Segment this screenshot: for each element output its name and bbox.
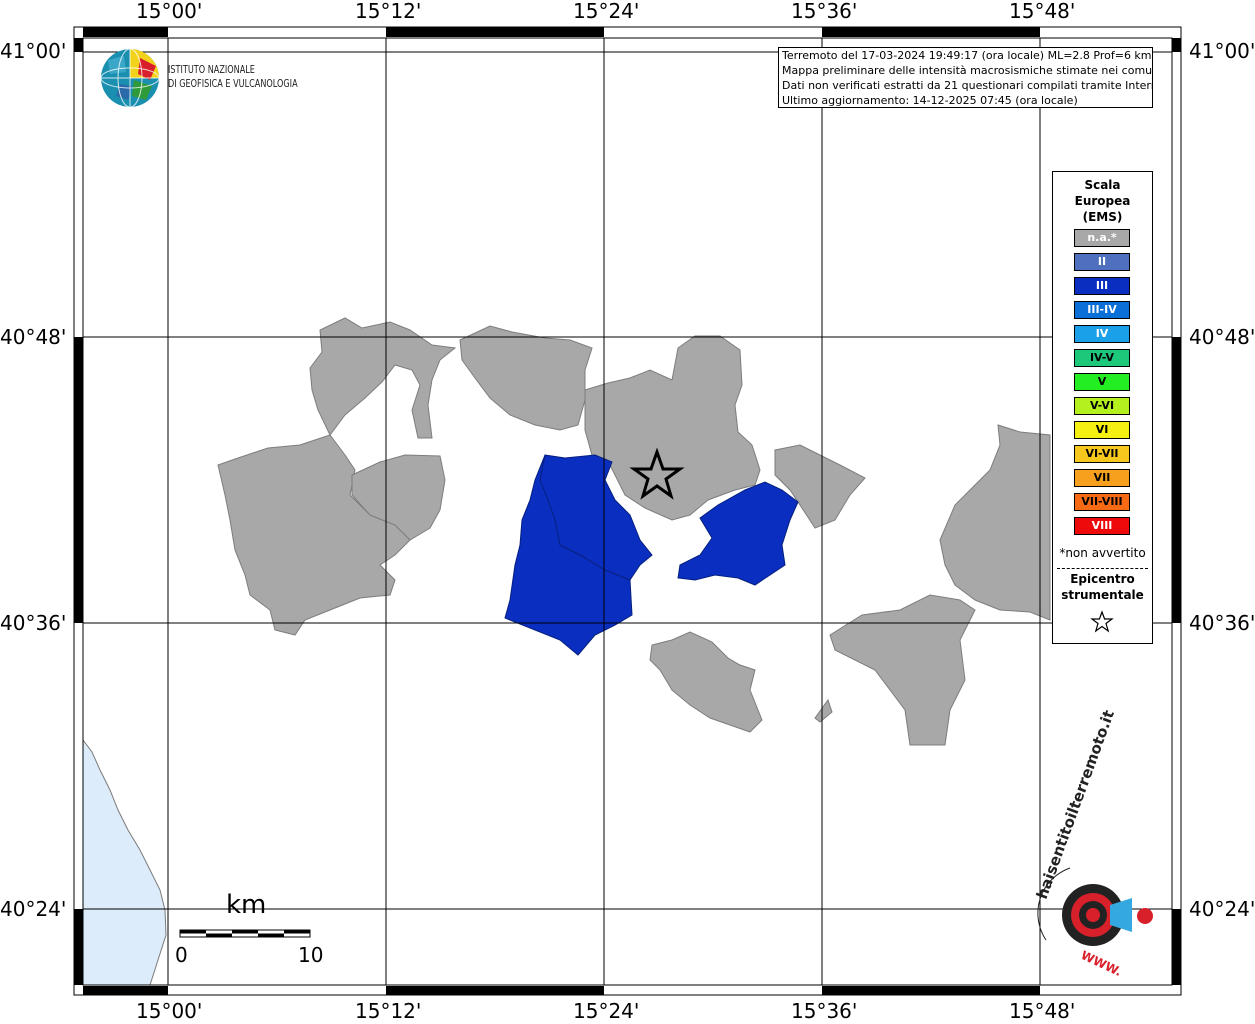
bottom-longitude-label: 15°24' <box>573 999 640 1023</box>
scale-end-label: 10 <box>298 943 324 967</box>
legend-item: VII <box>1074 469 1130 487</box>
left-latitude-label: 41°00' <box>0 39 67 63</box>
left-latitude-label: 40°48' <box>0 325 67 349</box>
bottom-longitude-label: 15°48' <box>1009 999 1076 1023</box>
top-longitude-label: 15°24' <box>573 0 640 23</box>
legend-separator <box>1057 568 1148 569</box>
ems-legend: Scala Europea (EMS) n.a.* II III III-IV IV IV… <box>1052 171 1153 644</box>
legend-item: VI <box>1074 421 1130 439</box>
legend-item: VII-VIII <box>1074 493 1130 511</box>
legend-item: IV-V <box>1074 349 1130 367</box>
left-latitude-label: 40°24' <box>0 897 67 921</box>
legend-item: II <box>1074 253 1130 271</box>
legend-item: n.a.* <box>1074 229 1130 247</box>
scale-bar <box>179 929 311 938</box>
sea-area <box>82 738 167 986</box>
top-longitude-label: 15°00' <box>136 0 203 23</box>
legend-epicenter-line-2: strumentale <box>1061 588 1144 602</box>
info-line-2: Mappa preliminare delle intensità macros… <box>782 64 1153 77</box>
legend-title: Scala Europea (EMS) <box>1053 177 1152 225</box>
svg-text:haisentitoilterremoto.it: haisentitoilterremoto.it <box>1033 708 1118 902</box>
info-line-1: Terremoto del 17-03-2024 19:49:17 (ora l… <box>782 49 1152 62</box>
legend-title-line-1: Scala <box>1084 178 1121 192</box>
right-latitude-label: 40°24' <box>1189 897 1255 921</box>
legend-item: VIII <box>1074 517 1130 535</box>
left-latitude-label: 40°36' <box>0 611 67 635</box>
legend-epicenter-label: Epicentro strumentale <box>1053 571 1152 603</box>
top-longitude-label: 15°12' <box>355 0 422 23</box>
legend-title-line-3: (EMS) <box>1082 210 1123 224</box>
legend-item: IV <box>1074 325 1130 343</box>
info-line-3: Dati non verificati estratti da 21 quest… <box>782 79 1153 92</box>
right-latitude-label: 41°00' <box>1189 39 1255 63</box>
legend-epicenter-line-1: Epicentro <box>1070 572 1135 586</box>
bottom-longitude-label: 15°00' <box>136 999 203 1023</box>
ingv-logo-icon <box>100 48 160 108</box>
ingv-logo-text: ISTITUTO NAZIONALE DI GEOFISICA E VULCAN… <box>168 63 298 91</box>
svg-text:WWW.: WWW. <box>1079 948 1124 979</box>
earthquake-info-box: Terremoto del 17-03-2024 19:49:17 (ora l… <box>778 47 1153 108</box>
bottom-longitude-label: 15°36' <box>791 999 858 1023</box>
legend-item: III <box>1074 277 1130 295</box>
legend-item: V-VI <box>1074 397 1130 415</box>
legend-item: III-IV <box>1074 301 1130 319</box>
legend-star-icon <box>1090 610 1114 633</box>
logo-line-1: ISTITUTO NAZIONALE <box>168 63 255 76</box>
logo-line-2: DI GEOFISICA E VULCANOLOGIA <box>168 77 298 90</box>
info-line-4: Ultimo aggiornamento: 14-12-2025 07:45 (… <box>782 94 1078 107</box>
legend-item: VI-VII <box>1074 445 1130 463</box>
legend-title-line-2: Europea <box>1074 194 1131 208</box>
top-longitude-label: 15°48' <box>1009 0 1076 23</box>
scale-unit-label: km <box>226 890 267 920</box>
legend-item: V <box>1074 373 1130 391</box>
haisentito-badge-icon: WWW. haisentitoilterremoto.it <box>1033 708 1153 979</box>
top-longitude-label: 15°36' <box>791 0 858 23</box>
legend-items: n.a.* II III III-IV IV IV-V V V-VI VI VI-VII VII VI… <box>1074 229 1130 541</box>
bottom-longitude-label: 15°12' <box>355 999 422 1023</box>
right-latitude-label: 40°36' <box>1189 611 1255 635</box>
legend-na-note: *non avvertito <box>1059 546 1146 560</box>
right-latitude-label: 40°48' <box>1189 325 1255 349</box>
scale-start-label: 0 <box>175 943 188 967</box>
